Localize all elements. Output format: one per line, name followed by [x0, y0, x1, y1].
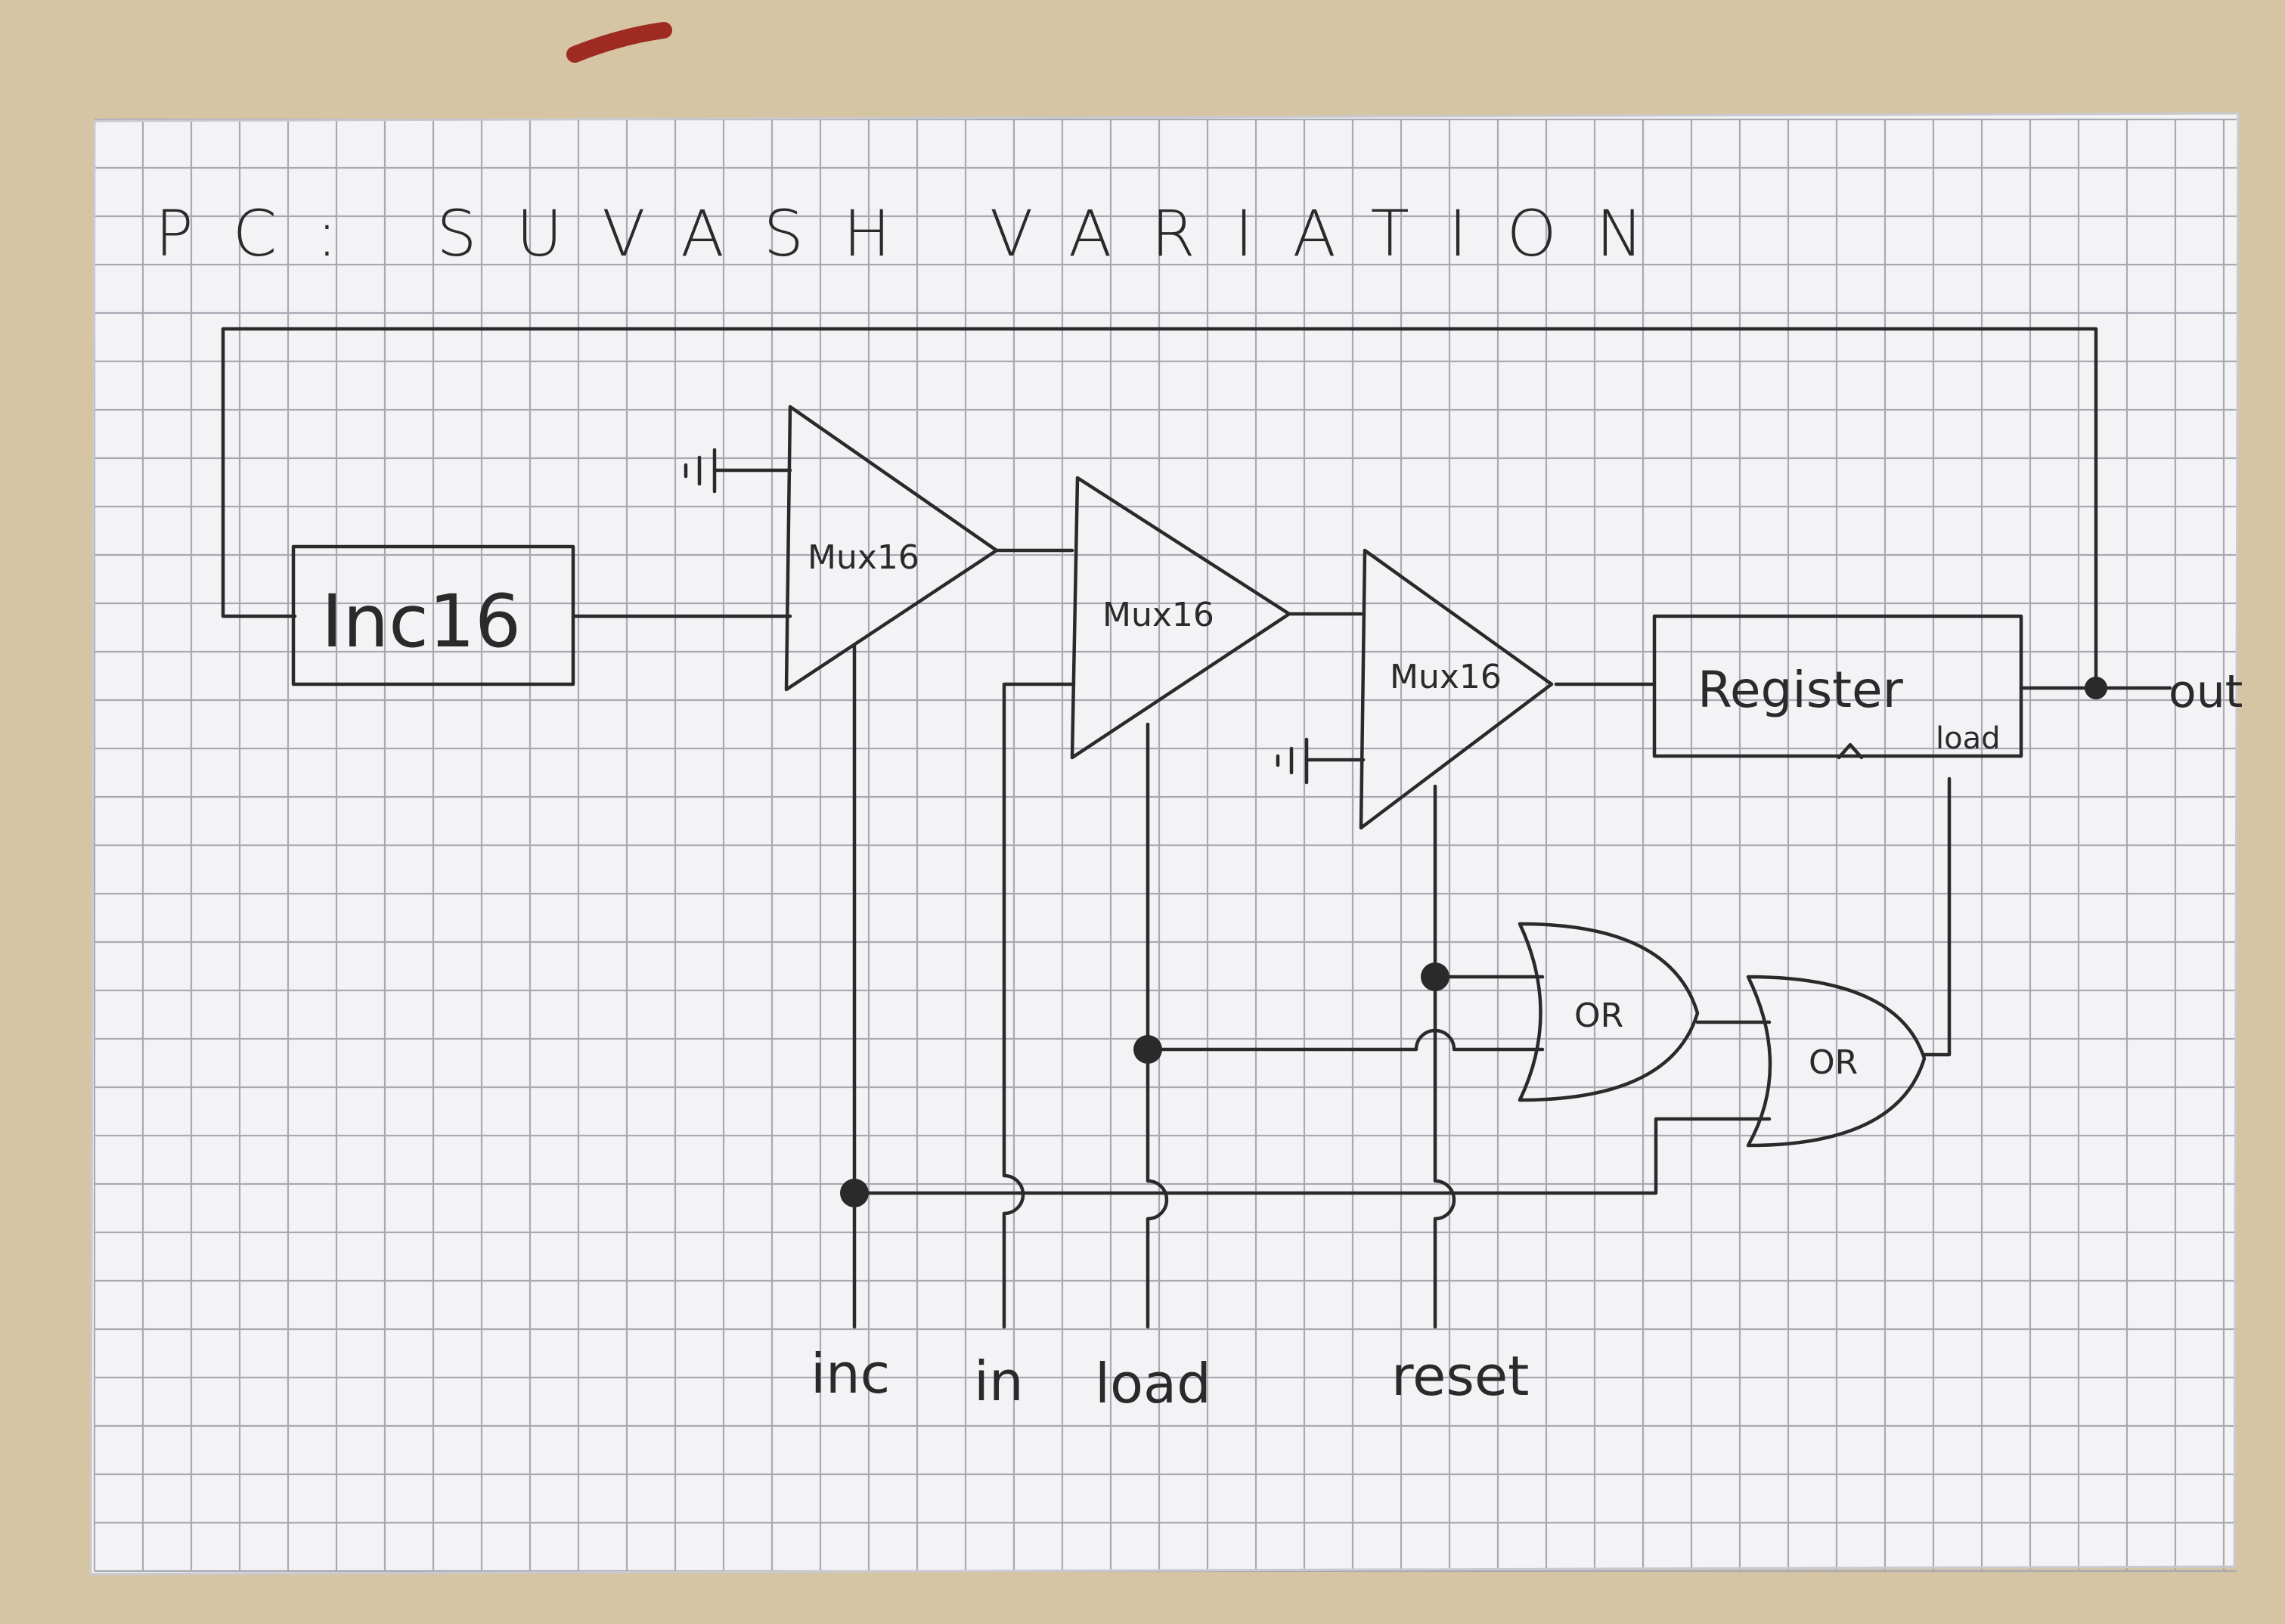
or-gate-1-label: OR — [1574, 996, 1623, 1035]
mux16-3-label: Mux16 — [1390, 658, 1502, 696]
mux16-2-label: Mux16 — [1102, 596, 1214, 634]
load-pin-label: load — [1095, 1352, 1211, 1415]
register-load-label: load — [1936, 721, 2001, 756]
in-pin-label: in — [974, 1350, 1024, 1413]
register-label: Register — [1697, 661, 1904, 719]
page-title: PC: SUVASH VARIATION — [155, 197, 1683, 271]
mux16-1-label: Mux16 — [808, 538, 919, 577]
inc16-label: Inc16 — [321, 579, 521, 664]
inc-pin-label: inc — [811, 1342, 890, 1406]
out-junction-dot — [2085, 677, 2107, 699]
schematic-photo: PC: SUVASH VARIATION Inc16 Mux16 Mux16 M… — [0, 0, 2285, 1624]
or-gate-2-label: OR — [1809, 1043, 1858, 1082]
out-pin-label: out — [2169, 665, 2243, 718]
pc-schematic: PC: SUVASH VARIATION Inc16 Mux16 Mux16 M… — [0, 0, 2285, 1624]
reset-pin-label: reset — [1391, 1344, 1529, 1408]
